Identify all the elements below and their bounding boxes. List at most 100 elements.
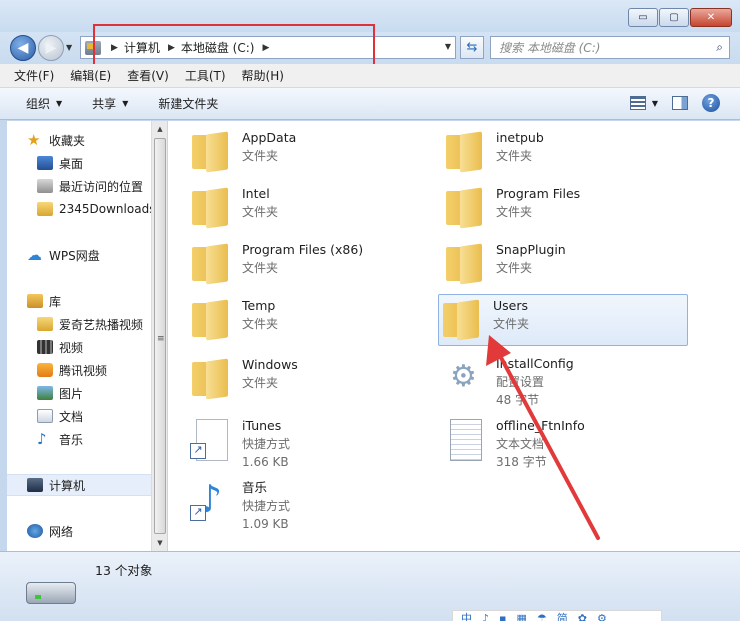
command-bar: 组织 ▼ 共享 ▼ 新建文件夹 ▼ ? bbox=[0, 88, 740, 120]
ime-settings-icon[interactable]: ⚙ bbox=[597, 611, 607, 621]
menu-help[interactable]: 帮助(H) bbox=[242, 67, 284, 84]
file-name: inetpub bbox=[496, 130, 544, 145]
file-item-program-files[interactable]: Program Files 文件夹 bbox=[442, 183, 692, 235]
file-item-music[interactable]: 音乐快捷方式 1.09 KB bbox=[188, 477, 438, 539]
recent-pages-dropdown[interactable]: ▼ bbox=[66, 43, 72, 52]
file-list: AppData 文件夹 inetpub 文件夹 Intel 文件夹 Program F… bbox=[168, 121, 740, 551]
file-size: 1.09 KB bbox=[242, 517, 289, 531]
refresh-button[interactable]: ⇆ bbox=[460, 36, 484, 59]
search-icon[interactable]: ⌕ bbox=[716, 40, 723, 55]
ime-punct-icon[interactable]: ▪ bbox=[499, 611, 506, 621]
file-type: 文件夹 bbox=[242, 376, 279, 390]
file-type: 文本文档 bbox=[496, 437, 545, 451]
maximize-button[interactable]: ▢ bbox=[659, 8, 689, 27]
menu-edit[interactable]: 编辑(E) bbox=[70, 67, 111, 84]
library-icon bbox=[27, 294, 43, 308]
file-item-windows[interactable]: Windows 文件夹 bbox=[188, 354, 438, 406]
share-button[interactable]: 共享 ▼ bbox=[92, 95, 128, 112]
menu-file[interactable]: 文件(F) bbox=[14, 67, 54, 84]
scroll-down-arrow[interactable]: ▼ bbox=[152, 535, 168, 551]
desktop-icon bbox=[37, 156, 53, 170]
file-item-offline-ftninfo[interactable]: offline_FtnInfo 文本文档 318 字节 bbox=[442, 415, 692, 477]
ime-keyboard-icon[interactable]: ▦ bbox=[517, 611, 527, 621]
view-controls: ▼ ? bbox=[629, 94, 720, 112]
file-type: 文件夹 bbox=[496, 149, 533, 163]
ime-voice-icon[interactable]: ♪ bbox=[482, 611, 489, 621]
scroll-thumb[interactable]: ≡ bbox=[154, 138, 166, 534]
file-type: 配置设置 bbox=[496, 375, 545, 389]
ime-toolbar[interactable]: 中 ♪ ▪ ▦ ☂ 简 ✿ ⚙ bbox=[452, 610, 662, 621]
file-name: Intel bbox=[242, 186, 270, 201]
nav-label: 计算机 bbox=[49, 478, 86, 493]
nav-label: 文档 bbox=[59, 409, 84, 424]
nav-label: 腾讯视频 bbox=[59, 363, 108, 378]
organize-button[interactable]: 组织 ▼ bbox=[26, 95, 62, 112]
file-name: 音乐 bbox=[242, 480, 268, 495]
new-folder-button[interactable]: 新建文件夹 bbox=[158, 95, 218, 112]
file-item-installconfig[interactable]: InstallConfig 配置设置 48 字节 bbox=[442, 353, 692, 415]
nav-label: 桌面 bbox=[59, 156, 84, 171]
ime-simplified-toggle[interactable]: 简 bbox=[557, 611, 568, 621]
tencent-video-icon bbox=[37, 363, 53, 377]
help-button[interactable]: ? bbox=[702, 94, 720, 112]
nav-iqiyi-videos[interactable]: 爱奇艺热播视频 bbox=[37, 313, 152, 335]
shortcut-icon bbox=[188, 415, 232, 461]
folder-icon bbox=[37, 202, 53, 216]
minimize-button[interactable]: ▭ bbox=[628, 8, 658, 27]
file-item-temp[interactable]: Temp 文件夹 bbox=[188, 295, 438, 347]
file-item-intel[interactable]: Intel 文件夹 bbox=[188, 183, 438, 235]
file-type: 文件夹 bbox=[496, 205, 533, 219]
share-label: 共享 bbox=[92, 97, 117, 111]
file-name: offline_FtnInfo bbox=[496, 418, 585, 433]
folder-icon bbox=[442, 127, 486, 173]
file-type: 文件夹 bbox=[242, 205, 279, 219]
ime-skin-icon[interactable]: ☂ bbox=[537, 611, 547, 621]
address-history-dropdown[interactable]: ▼ bbox=[445, 42, 451, 51]
hard-drive-icon bbox=[26, 582, 76, 604]
folder-icon bbox=[188, 295, 232, 341]
change-view-button[interactable]: ▼ bbox=[629, 96, 658, 110]
ime-theme-icon[interactable]: ✿ bbox=[578, 611, 587, 621]
forward-button[interactable]: ▶ bbox=[38, 35, 64, 61]
nav-computer[interactable]: 计算机 bbox=[7, 474, 152, 496]
file-type: 文件夹 bbox=[242, 261, 279, 275]
nav-label: 2345Downloads bbox=[59, 202, 152, 216]
folder-icon bbox=[188, 239, 232, 285]
settings-file-icon bbox=[442, 353, 486, 399]
file-name: AppData bbox=[242, 130, 297, 145]
document-icon bbox=[37, 409, 53, 423]
file-name: Temp bbox=[242, 298, 276, 313]
object-count: 13 个对象 bbox=[95, 563, 153, 578]
menu-tools[interactable]: 工具(T) bbox=[185, 67, 226, 84]
new-folder-label: 新建文件夹 bbox=[158, 97, 219, 111]
scroll-up-arrow[interactable]: ▲ bbox=[152, 121, 168, 137]
star-icon: ★ bbox=[27, 131, 41, 149]
preview-pane-button[interactable] bbox=[672, 96, 688, 110]
nav-2345downloads[interactable]: 2345Downloads bbox=[37, 198, 152, 220]
search-input[interactable]: 搜索 本地磁盘 (C:) ⌕ bbox=[490, 36, 730, 59]
folder-icon bbox=[188, 183, 232, 229]
file-item-users[interactable]: Users 文件夹 bbox=[438, 294, 688, 346]
view-icon bbox=[629, 96, 646, 110]
menu-view[interactable]: 查看(V) bbox=[127, 67, 169, 84]
cloud-icon: ☁ bbox=[27, 246, 42, 264]
nav-label: 视频 bbox=[59, 340, 84, 355]
file-name: Program Files bbox=[496, 186, 581, 201]
navigation-scrollbar[interactable]: ▲ ≡ ▼ bbox=[151, 121, 167, 551]
file-item-program-files-x86[interactable]: Program Files (x86) 文件夹 bbox=[188, 239, 438, 291]
ime-chinese-mode[interactable]: 中 bbox=[461, 611, 472, 621]
text-document-icon bbox=[442, 415, 486, 461]
file-item-snapplugin[interactable]: SnapPlugin 文件夹 bbox=[442, 239, 692, 291]
close-button[interactable]: ✕ bbox=[690, 8, 732, 27]
file-type: 快捷方式 bbox=[242, 437, 291, 451]
file-name: Windows bbox=[242, 357, 298, 372]
file-item-appdata[interactable]: AppData 文件夹 bbox=[188, 127, 438, 179]
nav-label: 音乐 bbox=[59, 432, 84, 447]
back-button[interactable]: ◀ bbox=[10, 35, 36, 61]
file-item-inetpub[interactable]: inetpub 文件夹 bbox=[442, 127, 692, 179]
navigation-pane: ★ 收藏夹 桌面 最近访问的位置 2345Downloads ☁ WPS网盘 库 爱… bbox=[7, 121, 167, 551]
film-icon bbox=[37, 340, 53, 354]
folder-icon bbox=[439, 295, 483, 341]
file-item-itunes[interactable]: iTunes 快捷方式 1.66 KB bbox=[188, 415, 438, 477]
file-name: InstallConfig bbox=[496, 356, 574, 371]
